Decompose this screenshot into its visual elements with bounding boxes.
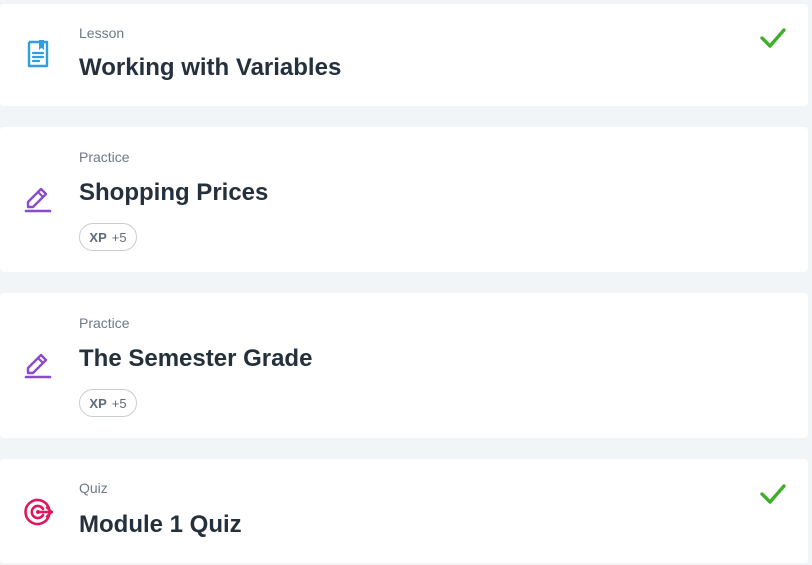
item-title: The Semester Grade: [79, 345, 313, 372]
item-title: Working with Variables: [79, 54, 342, 81]
xp-value: +5: [111, 395, 127, 411]
lesson-card[interactable]: Lesson Working with Variables: [0, 4, 808, 106]
xp-badge: XP +5: [79, 223, 137, 251]
lesson-document-icon: [27, 40, 49, 68]
practice-card[interactable]: Practice Shopping Prices XP +5: [0, 127, 808, 272]
quiz-card[interactable]: Quiz Module 1 Quiz: [0, 459, 808, 563]
pencil-icon: [24, 353, 52, 379]
completed-check-icon: [760, 28, 786, 48]
xp-value: +5: [111, 229, 127, 245]
target-icon: [24, 498, 54, 526]
completed-check-icon: [760, 484, 786, 504]
xp-badge: XP +5: [79, 389, 137, 417]
pencil-icon: [24, 187, 52, 213]
item-title: Shopping Prices: [79, 179, 269, 206]
xp-label: XP: [89, 229, 107, 245]
item-type-label: Practice: [79, 315, 130, 331]
item-type-label: Practice: [79, 149, 130, 165]
item-title: Module 1 Quiz: [79, 511, 242, 538]
item-type-label: Lesson: [79, 25, 125, 41]
xp-label: XP: [89, 395, 107, 411]
practice-card[interactable]: Practice The Semester Grade XP +5: [0, 293, 808, 438]
item-type-label: Quiz: [79, 480, 108, 496]
